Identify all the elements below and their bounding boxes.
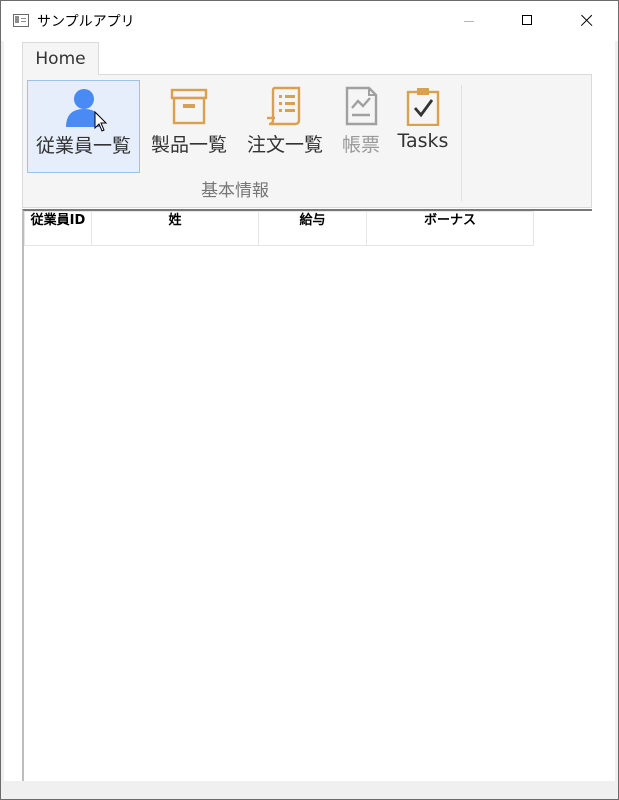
maximize-button[interactable]	[504, 1, 550, 41]
close-icon	[580, 14, 593, 27]
report-label: 帳票	[341, 134, 380, 156]
document-list-icon	[267, 86, 301, 126]
product-list-button[interactable]: 製品一覧	[143, 80, 235, 173]
minimize-icon	[464, 21, 474, 22]
data-grid[interactable]: 従業員ID 姓 給与 ボーナス	[22, 209, 592, 781]
archive-box-icon	[170, 88, 208, 125]
product-list-label: 製品一覧	[150, 134, 227, 156]
tasks-button[interactable]: Tasks	[391, 80, 455, 173]
ribbon-group-separator	[461, 85, 462, 201]
column-header-last-name[interactable]: 姓	[91, 211, 259, 246]
column-header-bonus[interactable]: ボーナス	[366, 211, 534, 246]
minimize-button[interactable]	[446, 1, 492, 41]
order-list-button[interactable]: 注文一覧	[239, 80, 331, 173]
column-header-employee-id[interactable]: 従業員ID	[24, 211, 92, 246]
mouse-cursor-icon	[94, 111, 108, 132]
ribbon-panel: 従業員一覧 製品一覧 注文一覧 帳票 Tasks 基本情報	[22, 74, 592, 208]
window-title: サンプルアプリ	[37, 14, 135, 30]
clipboard-check-icon	[406, 88, 440, 126]
employee-list-label: 従業員一覧	[35, 135, 131, 157]
ribbon-group-label: 基本情報	[201, 181, 269, 201]
report-button[interactable]: 帳票	[335, 80, 387, 173]
tasks-label: Tasks	[397, 130, 449, 152]
employee-list-button[interactable]: 従業員一覧	[27, 80, 140, 173]
report-chart-icon	[345, 86, 378, 126]
title-bar[interactable]: サンプルアプリ	[1, 1, 618, 41]
order-list-label: 注文一覧	[246, 134, 323, 156]
app-window: サンプルアプリ Home 従業員一覧 製品一覧 注文一覧 帳票 Tasks 基本…	[0, 0, 619, 800]
grid-header-row: 従業員ID 姓 給与 ボーナス	[24, 211, 534, 246]
grid-table: 従業員ID 姓 給与 ボーナス	[24, 211, 534, 246]
maximize-icon	[522, 15, 532, 25]
tab-home[interactable]: Home	[22, 42, 99, 75]
column-header-salary[interactable]: 給与	[258, 211, 367, 246]
app-icon	[13, 14, 29, 27]
close-button[interactable]	[564, 1, 610, 41]
main-content: Home 従業員一覧 製品一覧 注文一覧 帳票 Tasks 基本情報 従業員ID…	[4, 41, 615, 781]
